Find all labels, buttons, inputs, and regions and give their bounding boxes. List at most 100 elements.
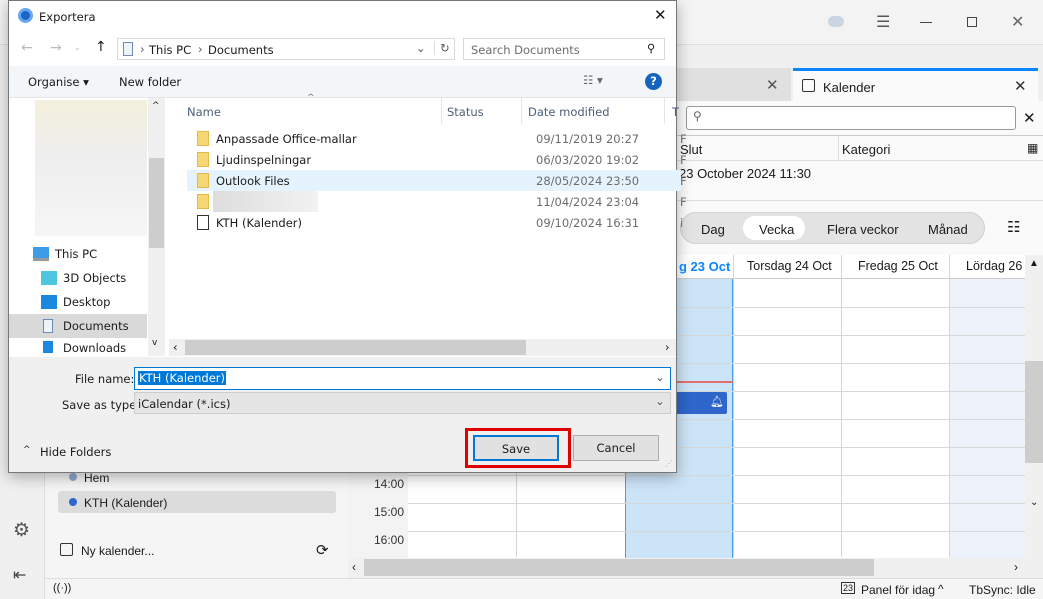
file-row[interactable]: KTH (Kalender) 09/10/2024 16:31 i — [187, 212, 683, 233]
new-folder-button[interactable]: New folder — [119, 75, 181, 89]
file-hscrollbar[interactable]: ‹ › — [169, 339, 676, 356]
maximize-button[interactable] — [967, 17, 977, 27]
breadcrumb-documents[interactable]: Documents — [208, 43, 274, 57]
chevron-down-icon[interactable]: ⌄ — [655, 394, 665, 408]
nav-3d-objects[interactable]: 3D Objects — [19, 266, 157, 290]
refresh-calendars-icon[interactable]: ⟳ — [316, 541, 329, 559]
save-label: Save — [501, 442, 531, 456]
scroll-right-icon[interactable]: › — [665, 340, 670, 354]
col-header-category[interactable]: Kategori — [842, 142, 890, 157]
file-row[interactable]: 11/04/2024 23:04 F — [187, 191, 687, 212]
vertical-scrollbar[interactable]: ▲ ⌄ — [1025, 255, 1043, 558]
folder-icon — [197, 194, 209, 209]
file-row[interactable]: Ljudinspelningar 06/03/2020 19:02 F — [187, 149, 687, 170]
address-dropdown-icon[interactable]: ⌄ — [416, 41, 426, 55]
chevron-down-icon[interactable]: ⌄ — [655, 370, 665, 384]
col-header-type[interactable]: T — [672, 105, 679, 119]
nav-label: 3D Objects — [63, 271, 127, 285]
col-header-date[interactable]: Date modified — [528, 105, 610, 119]
nav-desktop[interactable]: Desktop — [19, 290, 157, 314]
view-vecka-label[interactable]: Vecka — [759, 222, 794, 237]
thunderbird-logo-icon — [18, 8, 33, 23]
scroll-thumb[interactable] — [149, 158, 164, 248]
file-row[interactable]: Anpassade Office-mallar 09/11/2019 20:27 F — [187, 128, 687, 149]
col-header-name[interactable]: Name — [187, 105, 221, 119]
export-dialog: Exportera ✕ ← → ⌄ ↑ › This PC › Document… — [8, 0, 687, 473]
bell-icon: 🔔︎ — [710, 396, 724, 408]
organise-button[interactable]: Organise ▾ — [28, 75, 89, 89]
tab-inactive[interactable]: ✕ — [676, 68, 791, 101]
resize-grip-icon[interactable]: ⋰ — [665, 459, 673, 468]
file-type: F — [680, 174, 687, 188]
nav-this-pc[interactable]: This PC — [9, 242, 147, 266]
close-window-button[interactable]: ✕ — [1011, 12, 1024, 32]
tbsync-status[interactable]: TbSync: Idle — [969, 583, 1036, 597]
close-dialog-button[interactable]: ✕ — [654, 6, 667, 24]
help-icon[interactable]: ? — [645, 73, 662, 90]
clear-search-icon[interactable]: ✕ — [1023, 109, 1036, 127]
day-header-fri[interactable]: Fredag 25 Oct — [858, 259, 938, 273]
cancel-button[interactable]: Cancel — [573, 435, 659, 461]
breadcrumb-this-pc[interactable]: This PC — [149, 43, 191, 57]
view-dag[interactable]: Dag — [701, 222, 725, 237]
scroll-thumb[interactable] — [1025, 361, 1043, 463]
offline-status-icon[interactable]: ((·)) — [53, 582, 71, 594]
scroll-up-icon[interactable]: ^ — [152, 101, 160, 111]
col-header-status[interactable]: Status — [447, 105, 484, 119]
event-search-input[interactable]: ⚲ — [686, 106, 1016, 130]
new-calendar-button[interactable]: Ny kalender... — [81, 544, 154, 558]
menu-icon[interactable]: ☰ — [876, 12, 890, 32]
downloads-icon — [43, 341, 53, 353]
scroll-left-icon[interactable]: ‹ — [173, 340, 178, 354]
computer-icon — [33, 247, 49, 261]
view-manad[interactable]: Månad — [928, 222, 968, 237]
day-header-wed[interactable]: g 23 Oct — [679, 259, 730, 274]
nav-downloads[interactable]: Downloads — [9, 338, 147, 356]
view-options-icon[interactable]: ☷ — [1007, 218, 1020, 236]
day-header-sat[interactable]: Lördag 26 Oct — [966, 259, 1025, 273]
minimize-button[interactable] — [920, 22, 932, 23]
hide-folders-button[interactable]: Hide Folders — [40, 445, 111, 459]
file-name-value: KTH (Kalender) — [138, 371, 226, 385]
horizontal-scrollbar[interactable]: ‹ › — [348, 558, 1043, 577]
address-bar[interactable]: › This PC › Documents ⌄ ↻ — [117, 38, 455, 60]
nav-documents[interactable]: Documents — [9, 314, 147, 338]
file-name-input[interactable]: KTH (Kalender) ⌄ — [134, 367, 671, 390]
chevron-up-icon[interactable]: ^ — [938, 582, 944, 596]
scroll-thumb[interactable] — [364, 559, 874, 576]
scroll-down-icon[interactable]: v — [152, 338, 157, 348]
day-header-thu[interactable]: Torsdag 24 Oct — [747, 259, 832, 273]
scroll-up-icon[interactable]: ▲ — [1029, 258, 1039, 269]
back-button[interactable]: ← — [21, 40, 33, 56]
calendar-item-kth[interactable]: KTH (Kalender) — [58, 491, 336, 513]
event-end-cell[interactable]: 23 October 2024 11:30 — [679, 166, 811, 181]
today-pane-button[interactable]: Panel för idag — [861, 583, 935, 597]
search-icon: ⚲ — [647, 41, 656, 55]
save-button[interactable]: Save — [473, 435, 559, 461]
file-row[interactable]: Outlook Files 28/05/2024 23:50 F — [187, 170, 687, 191]
save-type-select[interactable]: iCalendar (*.ics) ⌄ — [134, 392, 671, 414]
view-flera-veckor[interactable]: Flera veckor — [827, 222, 899, 237]
column-picker-icon[interactable]: ▦ — [1027, 141, 1038, 155]
scroll-down-icon[interactable]: ⌄ — [1030, 497, 1038, 508]
up-button[interactable]: ↑ — [95, 39, 107, 55]
forward-button[interactable]: → — [50, 40, 62, 56]
scroll-right-icon[interactable]: › — [1014, 560, 1018, 574]
close-tab-icon[interactable]: ✕ — [1014, 77, 1027, 95]
search-documents-input[interactable]: Search Documents ⚲ — [463, 38, 665, 60]
scroll-thumb[interactable] — [185, 340, 526, 355]
refresh-icon[interactable]: ↻ — [434, 41, 450, 55]
nav-scrollbar[interactable]: ^ v — [148, 98, 165, 356]
tab-kalender[interactable]: Kalender ✕ — [793, 68, 1038, 101]
settings-gear-icon[interactable]: ⚙ — [13, 519, 30, 542]
time-label: 15:00 — [374, 505, 405, 519]
scroll-left-icon[interactable]: ‹ — [352, 560, 356, 574]
collapse-sidebar-icon[interactable]: ⇤ — [13, 565, 26, 585]
file-name: KTH (Kalender) — [216, 216, 302, 230]
recent-dropdown-icon[interactable]: ⌄ — [74, 43, 81, 52]
calendar-color-dot — [69, 498, 77, 506]
sync-cloud-icon[interactable] — [828, 16, 844, 27]
close-tab-icon[interactable]: ✕ — [766, 76, 779, 94]
view-options-icon[interactable]: ☷ ▾ — [583, 73, 603, 87]
time-label: 14:00 — [374, 477, 405, 491]
